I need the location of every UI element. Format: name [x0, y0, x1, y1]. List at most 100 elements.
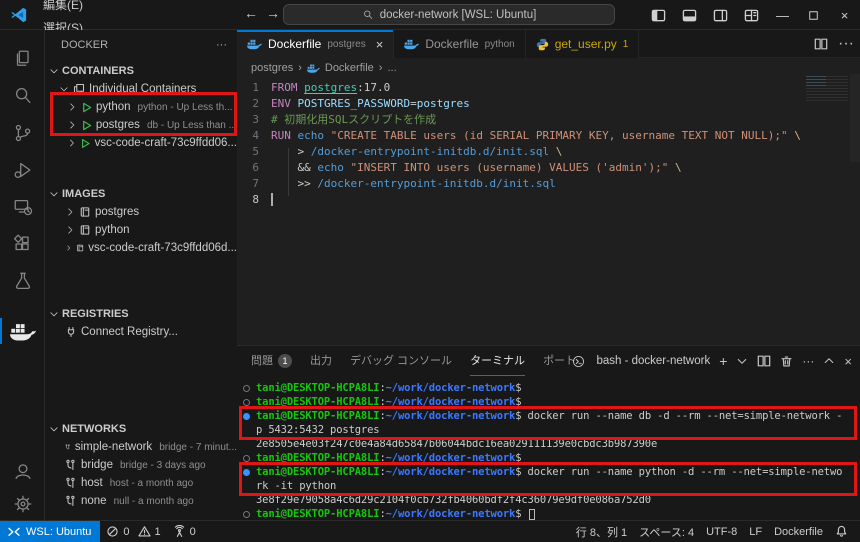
- status-item-2[interactable]: UTF-8: [700, 521, 743, 542]
- remote-icon: [7, 526, 21, 538]
- kill-terminal-icon[interactable]: [780, 355, 793, 368]
- terminal-session-label[interactable]: bash - docker-network: [596, 355, 710, 367]
- panel-tab-3[interactable]: ターミナル: [470, 346, 525, 376]
- activity-settings-gear-icon[interactable]: [0, 487, 45, 521]
- notifications-bell-icon[interactable]: [829, 521, 854, 542]
- search-text: docker-network [WSL: Ubuntu]: [380, 9, 537, 21]
- layout-sidebar-left-icon[interactable]: [643, 0, 674, 30]
- code-line-2[interactable]: 2ENV POSTGRES_PASSWORD=postgres: [237, 96, 860, 112]
- terminal-more-icon[interactable]: ···: [802, 354, 814, 368]
- editor-cursor: [271, 193, 273, 206]
- activity-test-beaker-icon[interactable]: [0, 264, 45, 298]
- ports-status[interactable]: 0: [167, 521, 202, 542]
- code-line-8[interactable]: 8: [237, 192, 860, 208]
- activity-bar: [0, 30, 45, 520]
- containers-section-header[interactable]: CONTAINERS: [45, 62, 237, 80]
- activity-remote-explorer-icon[interactable]: [0, 190, 45, 224]
- command-decoration: [243, 469, 250, 476]
- close-icon[interactable]: ×: [829, 0, 860, 30]
- remote-label: WSL: Ubuntu: [26, 526, 91, 538]
- tab-Dockerfile-postgres[interactable]: Dockerfilepostgres×: [237, 30, 394, 58]
- more-actions-icon[interactable]: ···: [216, 39, 227, 51]
- network-item-simple-network[interactable]: simple-networkbridge - 7 minut...: [45, 438, 237, 456]
- editor-scrollbar[interactable]: [850, 74, 860, 162]
- code-line-4[interactable]: 4RUN echo "CREATE TABLE users (id SERIAL…: [237, 128, 860, 144]
- layout-panel-icon[interactable]: [674, 0, 705, 30]
- breadcrumb[interactable]: postgres› Dockerfile›...: [237, 58, 860, 78]
- code-line-1[interactable]: 1FROM postgres:17.0: [237, 80, 860, 96]
- sidebar-title-row: DOCKER ···: [45, 30, 237, 60]
- images-section-header[interactable]: IMAGES: [45, 185, 237, 203]
- editor-group: Dockerfilepostgres× Dockerfilepython get…: [237, 30, 860, 345]
- panel-tab-1[interactable]: 出力: [310, 346, 332, 376]
- code-line-3[interactable]: 3# 初期化用SQLスクリプトを作成: [237, 112, 860, 128]
- tab-get_user.py-1[interactable]: get_user.py1: [526, 30, 640, 58]
- terminal-dropdown-icon[interactable]: [736, 355, 748, 367]
- indent-guide: [288, 148, 289, 196]
- layout-sidebar-right-icon[interactable]: [705, 0, 736, 30]
- minimap[interactable]: [806, 74, 848, 102]
- container-item-postgres[interactable]: postgresdb - Up Less than ...: [45, 116, 237, 134]
- activity-files-icon[interactable]: [0, 42, 45, 76]
- new-terminal-icon[interactable]: +: [719, 353, 727, 369]
- vscode-window: ファイル(F)編集(E)選択(S)··· ← → docker-network …: [0, 0, 860, 542]
- activity-extensions-icon[interactable]: [0, 227, 45, 261]
- editor-more-icon[interactable]: ···: [838, 35, 854, 53]
- bash-icon: [572, 355, 585, 368]
- title-bar: ファイル(F)編集(E)選択(S)··· ← → docker-network …: [0, 0, 860, 30]
- bottom-panel: 問題1 出力デバッグ コンソールターミナルポート bash - docker-ne…: [237, 345, 860, 520]
- maximize-icon[interactable]: [798, 0, 829, 30]
- status-bar: WSL: Ubuntu 0 1 0 行 8、列 1スペース: 4UTF-8LFD…: [0, 520, 860, 542]
- nav-forward-icon[interactable]: →: [263, 5, 283, 21]
- terminal-line-7: tani@DESKTOP-HCPA8LI:~/work/docker-netwo…: [243, 465, 860, 479]
- activity-docker-icon[interactable]: [0, 314, 45, 348]
- network-item-none[interactable]: nonenull - a month ago: [45, 492, 237, 510]
- code-line-6[interactable]: 6 && echo "INSERT INTO users (username) …: [237, 160, 860, 176]
- close-panel-icon[interactable]: ×: [844, 354, 852, 369]
- image-item-postgres[interactable]: postgres: [45, 203, 237, 221]
- remote-indicator[interactable]: WSL: Ubuntu: [0, 521, 100, 542]
- tab-Dockerfile-python[interactable]: Dockerfilepython: [394, 30, 525, 58]
- panel-tab-4[interactable]: ポート: [543, 346, 576, 376]
- terminal-cursor: [529, 509, 535, 520]
- registries-section-header[interactable]: REGISTRIES: [45, 305, 237, 323]
- status-item-0[interactable]: 行 8、列 1: [570, 521, 633, 542]
- split-editor-icon[interactable]: [814, 37, 828, 51]
- customize-layout-icon[interactable]: [736, 0, 767, 30]
- minimize-icon[interactable]: —: [767, 0, 798, 30]
- image-item-python[interactable]: python: [45, 221, 237, 239]
- image-item-vsc-code-craft-73c9ffdd06d...[interactable]: vsc-code-craft-73c9ffdd06d...: [45, 239, 237, 257]
- code-line-5[interactable]: 5 > /docker-entrypoint-initdb.d/init.sql…: [237, 144, 860, 160]
- status-right: 行 8、列 1スペース: 4UTF-8LFDockerfile: [570, 521, 860, 542]
- split-terminal-icon[interactable]: [757, 354, 771, 368]
- activity-source-control-icon[interactable]: [0, 116, 45, 150]
- panel-tab-2[interactable]: デバッグ コンソール: [350, 346, 452, 376]
- container-item-python[interactable]: pythonpython - Up Less th...: [45, 98, 237, 116]
- menu-item-1[interactable]: 編集(E): [34, 0, 115, 16]
- section-containers: CONTAINERSIndividual Containerspythonpyt…: [45, 62, 237, 152]
- network-item-host[interactable]: hosthost - a month ago: [45, 474, 237, 492]
- status-item-4[interactable]: Dockerfile: [768, 521, 829, 542]
- container-item-vsc-code-craft-73c9ffdd06...[interactable]: vsc-code-craft-73c9ffdd06...: [45, 134, 237, 152]
- problems-status[interactable]: 0 1: [100, 521, 166, 542]
- nav-back-icon[interactable]: ←: [241, 5, 261, 21]
- terminal[interactable]: tani@DESKTOP-HCPA8LI:~/work/docker-netwo…: [237, 377, 860, 520]
- command-center-search[interactable]: docker-network [WSL: Ubuntu]: [283, 4, 615, 25]
- code-line-7[interactable]: 7 >> /docker-entrypoint-initdb.d/init.sq…: [237, 176, 860, 192]
- command-decoration: [243, 455, 250, 462]
- panel-tab-0[interactable]: 問題1: [251, 346, 292, 376]
- activity-account-icon[interactable]: [0, 454, 45, 488]
- connect-registry-item[interactable]: Connect Registry...: [45, 323, 237, 341]
- activity-search-icon[interactable]: [0, 79, 45, 113]
- tree-group-individual-containers[interactable]: Individual Containers: [45, 80, 237, 98]
- networks-section-header[interactable]: NETWORKS: [45, 420, 237, 438]
- maximize-panel-icon[interactable]: [823, 355, 835, 367]
- search-icon: [362, 9, 374, 21]
- status-item-1[interactable]: スペース: 4: [633, 521, 700, 542]
- errors-icon: [106, 525, 119, 538]
- network-item-bridge[interactable]: bridgebridge - 3 days ago: [45, 456, 237, 474]
- activity-run-debug-icon[interactable]: [0, 153, 45, 187]
- code-editor[interactable]: 1FROM postgres:17.02ENV POSTGRES_PASSWOR…: [237, 78, 860, 345]
- status-item-3[interactable]: LF: [743, 521, 768, 542]
- tab-close-icon[interactable]: ×: [376, 37, 384, 52]
